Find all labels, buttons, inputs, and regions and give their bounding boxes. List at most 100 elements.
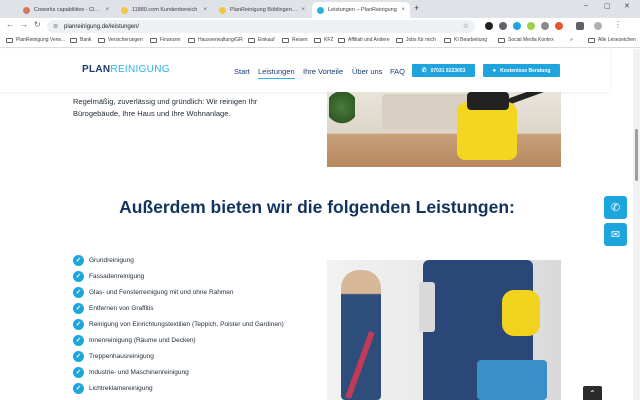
bookmarks-overflow[interactable]: » — [570, 37, 573, 43]
nav-faq[interactable]: FAQ — [390, 67, 405, 76]
folder-icon — [188, 37, 195, 43]
tab-title: 11880.com Kundenbereich — [132, 7, 198, 13]
extension-icon[interactable] — [527, 22, 535, 30]
minimize-icon[interactable]: – — [584, 2, 588, 9]
page-scrollbar[interactable] — [633, 49, 640, 400]
bookmark-folder[interactable]: Affiliati und Andere — [338, 37, 390, 43]
check-icon: ✓ — [73, 382, 84, 394]
browser-menu-icon[interactable]: ⋮ — [614, 20, 622, 29]
bookmark-folder[interactable]: KI Bearbeitung — [444, 37, 487, 43]
cleaning-team-photo — [327, 260, 561, 400]
folder-icon — [70, 37, 77, 43]
close-icon[interactable]: × — [401, 7, 405, 13]
bookmark-folder[interactable]: Reisen — [282, 37, 308, 43]
check-icon: ✓ — [73, 270, 84, 282]
back-icon[interactable]: ← — [6, 20, 14, 29]
tab-11880[interactable]: 11880.com Kundenbereich × — [116, 2, 212, 18]
reload-icon[interactable]: ↻ — [34, 20, 41, 29]
bookmark-folder[interactable]: Jobs für mich — [396, 37, 436, 43]
tab-title: PlanReinigung Böblingen | Au... — [230, 7, 297, 13]
folder-icon — [498, 37, 505, 43]
phone-icon: ✆ — [421, 68, 427, 74]
nav-ueber-uns[interactable]: Über uns — [352, 67, 382, 76]
check-icon: ✓ — [73, 318, 84, 330]
site-info-icon[interactable]: ⊜ — [53, 23, 58, 30]
folder-icon — [150, 37, 157, 43]
forward-icon[interactable]: → — [20, 20, 28, 29]
check-icon: ✓ — [73, 334, 84, 346]
arrow-up-icon: ⌃ — [589, 388, 596, 398]
tab-leistungen[interactable]: Leistungen – PlanReinigung × — [312, 2, 410, 18]
all-bookmarks-folder[interactable]: Alle Lesezeichen — [588, 37, 636, 43]
bookmark-folder[interactable]: KFZ — [314, 37, 333, 43]
tab-planreinigung-boeblingen[interactable]: PlanReinigung Böblingen | Au... × — [214, 2, 310, 18]
floating-phone-button[interactable]: ✆ — [604, 196, 627, 219]
list-item: ✓ Entfernen von Graffitis — [73, 300, 323, 316]
bookmark-folder[interactable]: Finanzen — [150, 37, 181, 43]
close-icon[interactable]: × — [301, 7, 305, 13]
check-icon: ✓ — [73, 286, 84, 298]
close-icon[interactable]: × — [105, 7, 109, 13]
extension-icon[interactable] — [485, 22, 493, 30]
folder-icon — [396, 37, 403, 43]
window-close-icon[interactable]: ✕ — [624, 2, 630, 10]
list-item: ✓ Fassadenreinigung — [73, 268, 323, 284]
list-item: ✓ Innenreinigung (Räume und Decken) — [73, 332, 323, 348]
profile-avatar-icon[interactable] — [594, 22, 602, 30]
bookmark-star-icon[interactable]: ☆ — [463, 22, 469, 30]
mail-icon: ✉ — [610, 229, 621, 241]
nav-leistungen[interactable]: Leistungen — [258, 67, 295, 79]
extension-icon[interactable] — [555, 22, 563, 30]
tab-title: Coworks capabilities - Claude — [34, 7, 102, 13]
close-icon[interactable]: × — [203, 7, 207, 13]
omnibox[interactable]: ⊜ planreinigung.de/leistungen/ ☆ — [47, 20, 475, 33]
list-item: ✓ Grundreinigung — [73, 252, 323, 268]
tab-claude[interactable]: Coworks capabilities - Claude × — [18, 2, 114, 18]
bookmark-folder[interactable]: Einkauf — [248, 37, 275, 43]
scroll-to-top-button[interactable]: ⌃ — [583, 386, 602, 400]
tab-title: Leistungen – PlanReinigung — [328, 7, 397, 13]
folder-icon — [282, 37, 289, 43]
check-icon: ✓ — [73, 366, 84, 378]
claude-favicon-icon — [23, 6, 30, 14]
extension-icon[interactable] — [499, 22, 507, 30]
extension-icon[interactable] — [513, 22, 521, 30]
site-header: PLANREINIGUNG Start Leistungen Ihre Vort… — [0, 49, 610, 92]
tab-favicon-icon — [121, 6, 128, 14]
site-logo[interactable]: PLANREINIGUNG — [82, 64, 170, 75]
url-text: planreinigung.de/leistungen/ — [64, 23, 140, 30]
bookmark-folder[interactable]: PlanReinigung Verw... — [6, 37, 65, 43]
list-item: ✓ Reinigung von Einrichtungstextilien (Te… — [73, 316, 323, 332]
list-item: ✓ Glas- und Fensterreinigung mit und ohne… — [73, 284, 323, 300]
extensions-puzzle-icon[interactable] — [576, 22, 584, 30]
folder-icon — [6, 37, 13, 43]
check-icon: ✓ — [73, 302, 84, 314]
new-tab-icon[interactable]: + — [414, 3, 419, 13]
list-item: ✓ Industrie- und Maschinenreinigung — [73, 364, 323, 380]
user-icon: ● — [492, 67, 497, 74]
nav-start[interactable]: Start — [234, 67, 250, 76]
tab-strip: Coworks capabilities - Claude × 11880.co… — [0, 0, 640, 18]
tab-favicon-icon — [219, 6, 226, 14]
address-bar-row: ← → ↻ ⊜ planreinigung.de/leistungen/ ☆ ⋮ — [0, 18, 640, 35]
floating-mail-button[interactable]: ✉ — [604, 223, 627, 246]
folder-icon — [588, 37, 595, 43]
folder-icon — [338, 37, 345, 43]
bookmark-folder[interactable]: Bank — [70, 37, 91, 43]
bookmark-folder[interactable]: Social Media Kontex — [498, 37, 554, 43]
folder-icon — [98, 37, 105, 43]
scrollbar-thumb[interactable] — [635, 129, 638, 181]
folder-icon — [314, 37, 321, 43]
phone-button[interactable]: ✆ 07031 9223053 — [412, 64, 475, 77]
bookmark-folder[interactable]: Versicherungen — [98, 37, 143, 43]
check-icon: ✓ — [73, 254, 84, 266]
bookmark-folder[interactable]: Hausverwaltung/GR — [188, 37, 243, 43]
maximize-icon[interactable]: ▢ — [604, 2, 611, 10]
section-title: Außerdem bieten wir die folgenden Leistu… — [119, 197, 515, 217]
browser-window: Coworks capabilities - Claude × 11880.co… — [0, 0, 640, 400]
extension-icon[interactable] — [541, 22, 549, 30]
vacuum-cleaner-photo — [327, 92, 561, 167]
consultation-button[interactable]: ● Kostenlose Beratung — [483, 64, 560, 77]
nav-vorteile[interactable]: Ihre Vorteile — [303, 67, 343, 76]
list-item: ✓ Lichtreklamereinigung — [73, 380, 323, 396]
